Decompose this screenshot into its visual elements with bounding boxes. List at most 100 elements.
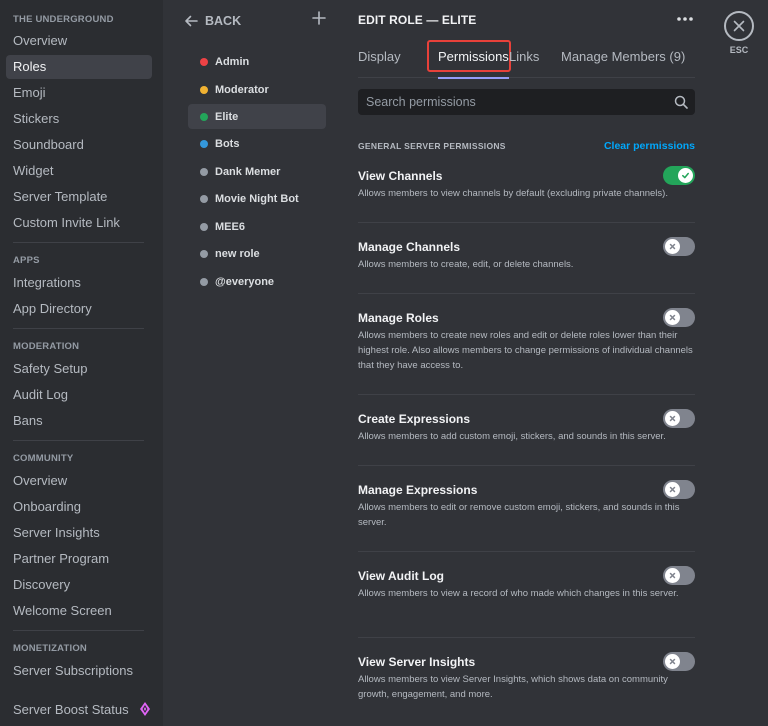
sidebar-item-integrations[interactable]: Integrations xyxy=(6,271,152,295)
tab-display[interactable]: Display xyxy=(358,40,401,78)
role-item[interactable]: Elite xyxy=(188,104,326,129)
back-label: BACK xyxy=(205,14,242,28)
roles-list-panel: BACK Admin Moderator Elite Bots Dank Memer Mo… xyxy=(163,0,340,726)
sidebar-item-server-boost-status[interactable]: Server Boost Status xyxy=(6,698,152,722)
search-input[interactable] xyxy=(358,89,658,115)
settings-sidebar: THE UNDERGROUND Overview Roles Emoji Sti… xyxy=(0,0,163,726)
role-tabs: Display Permissions Links Manage Members… xyxy=(358,40,695,79)
permission-divider xyxy=(358,222,695,223)
sidebar-item-emoji[interactable]: Emoji xyxy=(6,81,152,105)
role-name: new role xyxy=(215,247,260,260)
sidebar-item-roles[interactable]: Roles xyxy=(6,55,152,79)
permission-toggle[interactable] xyxy=(663,308,695,327)
toggle-knob xyxy=(665,310,680,325)
x-icon xyxy=(669,415,676,422)
sidebar-divider xyxy=(13,440,144,441)
close-icon xyxy=(733,20,745,32)
close-button[interactable] xyxy=(724,11,754,41)
role-color-dot xyxy=(200,194,208,203)
role-color-dot xyxy=(200,167,208,176)
edit-role-main: EDIT ROLE — ELITE Display Permissions Li… xyxy=(340,0,710,726)
permission-description: Allows members to view channels by defau… xyxy=(358,188,668,199)
sidebar-item-welcome-screen[interactable]: Welcome Screen xyxy=(6,599,152,623)
permission-name: Manage Roles xyxy=(358,311,439,325)
role-item[interactable]: new role xyxy=(188,241,326,266)
permission-description: Allows members to create new roles and e… xyxy=(358,330,693,372)
sidebar-item-stickers[interactable]: Stickers xyxy=(6,107,152,131)
permission-description: Allows members to add custom emoji, stic… xyxy=(358,431,666,442)
permission-toggle[interactable] xyxy=(663,166,695,185)
tab-manage-members[interactable]: Manage Members (9) xyxy=(561,40,685,78)
permission-description: Allows members to create, edit, or delet… xyxy=(358,259,574,270)
permission-name: Manage Channels xyxy=(358,240,461,254)
permission-name: Create Expressions xyxy=(358,412,471,426)
role-item[interactable]: Admin xyxy=(188,49,326,74)
sidebar-item-app-directory[interactable]: App Directory xyxy=(6,297,152,321)
sidebar-item-audit-log[interactable]: Audit Log xyxy=(6,383,152,407)
toggle-knob xyxy=(665,568,680,583)
permission-divider xyxy=(358,293,695,294)
sidebar-item-server-template[interactable]: Server Template xyxy=(6,185,152,209)
role-color-dot xyxy=(200,139,208,148)
sidebar-item-bans[interactable]: Bans xyxy=(6,409,152,433)
more-dots-icon[interactable] xyxy=(676,12,694,26)
tab-highlight-box xyxy=(427,40,511,72)
sidebar-item-soundboard[interactable]: Soundboard xyxy=(6,133,152,157)
role-name: Dank Memer xyxy=(215,165,281,178)
sidebar-item-widget[interactable]: Widget xyxy=(6,159,152,183)
sidebar-divider xyxy=(13,242,144,243)
role-color-dot xyxy=(200,85,208,94)
sidebar-item-server-insights[interactable]: Server Insights xyxy=(6,521,152,545)
sidebar-header-community: COMMUNITY xyxy=(13,453,74,464)
role-color-dot xyxy=(200,112,208,121)
sidebar-item-custom-invite-link[interactable]: Custom Invite Link xyxy=(6,211,152,235)
permission-toggle[interactable] xyxy=(663,480,695,499)
plus-icon[interactable] xyxy=(311,10,327,26)
permission-description: Allows members to view Server Insights, … xyxy=(358,674,668,701)
permission-toggle[interactable] xyxy=(663,566,695,585)
x-icon xyxy=(669,314,676,321)
sidebar-item-discovery[interactable]: Discovery xyxy=(6,573,152,597)
permission-toggle[interactable] xyxy=(663,237,695,256)
role-color-dot xyxy=(200,277,208,286)
role-item[interactable]: @everyone xyxy=(188,269,326,294)
role-name: Bots xyxy=(215,137,240,150)
role-item[interactable]: Dank Memer xyxy=(188,159,326,184)
permission-divider xyxy=(358,394,695,395)
search-bar xyxy=(358,89,695,115)
sidebar-item-safety-setup[interactable]: Safety Setup xyxy=(6,357,152,381)
permission-divider xyxy=(358,637,695,638)
sidebar-item-server-subscriptions[interactable]: Server Subscriptions xyxy=(6,659,152,683)
toggle-knob xyxy=(665,239,680,254)
back-button[interactable]: BACK xyxy=(184,11,241,31)
role-name: MEE6 xyxy=(215,220,245,233)
role-name: Admin xyxy=(215,55,250,68)
role-color-dot xyxy=(200,249,208,258)
check-icon xyxy=(682,172,689,179)
role-item[interactable]: Movie Night Bot xyxy=(188,186,326,211)
permission-description: Allows members to view a record of who m… xyxy=(358,588,679,599)
sidebar-divider xyxy=(13,630,144,631)
tab-links[interactable]: Links xyxy=(509,40,539,78)
role-name: @everyone xyxy=(215,275,275,288)
role-color-dot xyxy=(200,222,208,231)
x-icon xyxy=(669,243,676,250)
sidebar-item-community-overview[interactable]: Overview xyxy=(6,469,152,493)
role-item[interactable]: Moderator xyxy=(188,77,326,102)
permission-name: View Server Insights xyxy=(358,655,476,669)
page-title: EDIT ROLE — ELITE xyxy=(358,13,477,27)
clear-permissions-link[interactable]: Clear permissions xyxy=(604,140,695,152)
permission-toggle[interactable] xyxy=(663,652,695,671)
role-item[interactable]: MEE6 xyxy=(188,214,326,239)
x-icon xyxy=(669,572,676,579)
role-item[interactable]: Bots xyxy=(188,131,326,156)
permission-description: Allows members to edit or remove custom … xyxy=(358,502,680,529)
x-icon xyxy=(669,486,676,493)
sidebar-header-monetization: MONETIZATION xyxy=(13,643,87,654)
sidebar-item-onboarding[interactable]: Onboarding xyxy=(6,495,152,519)
sidebar-header-apps: APPS xyxy=(13,255,40,266)
sidebar-item-partner-program[interactable]: Partner Program xyxy=(6,547,152,571)
sidebar-item-overview[interactable]: Overview xyxy=(6,29,152,53)
permission-toggle[interactable] xyxy=(663,409,695,428)
role-color-dot xyxy=(200,57,208,66)
